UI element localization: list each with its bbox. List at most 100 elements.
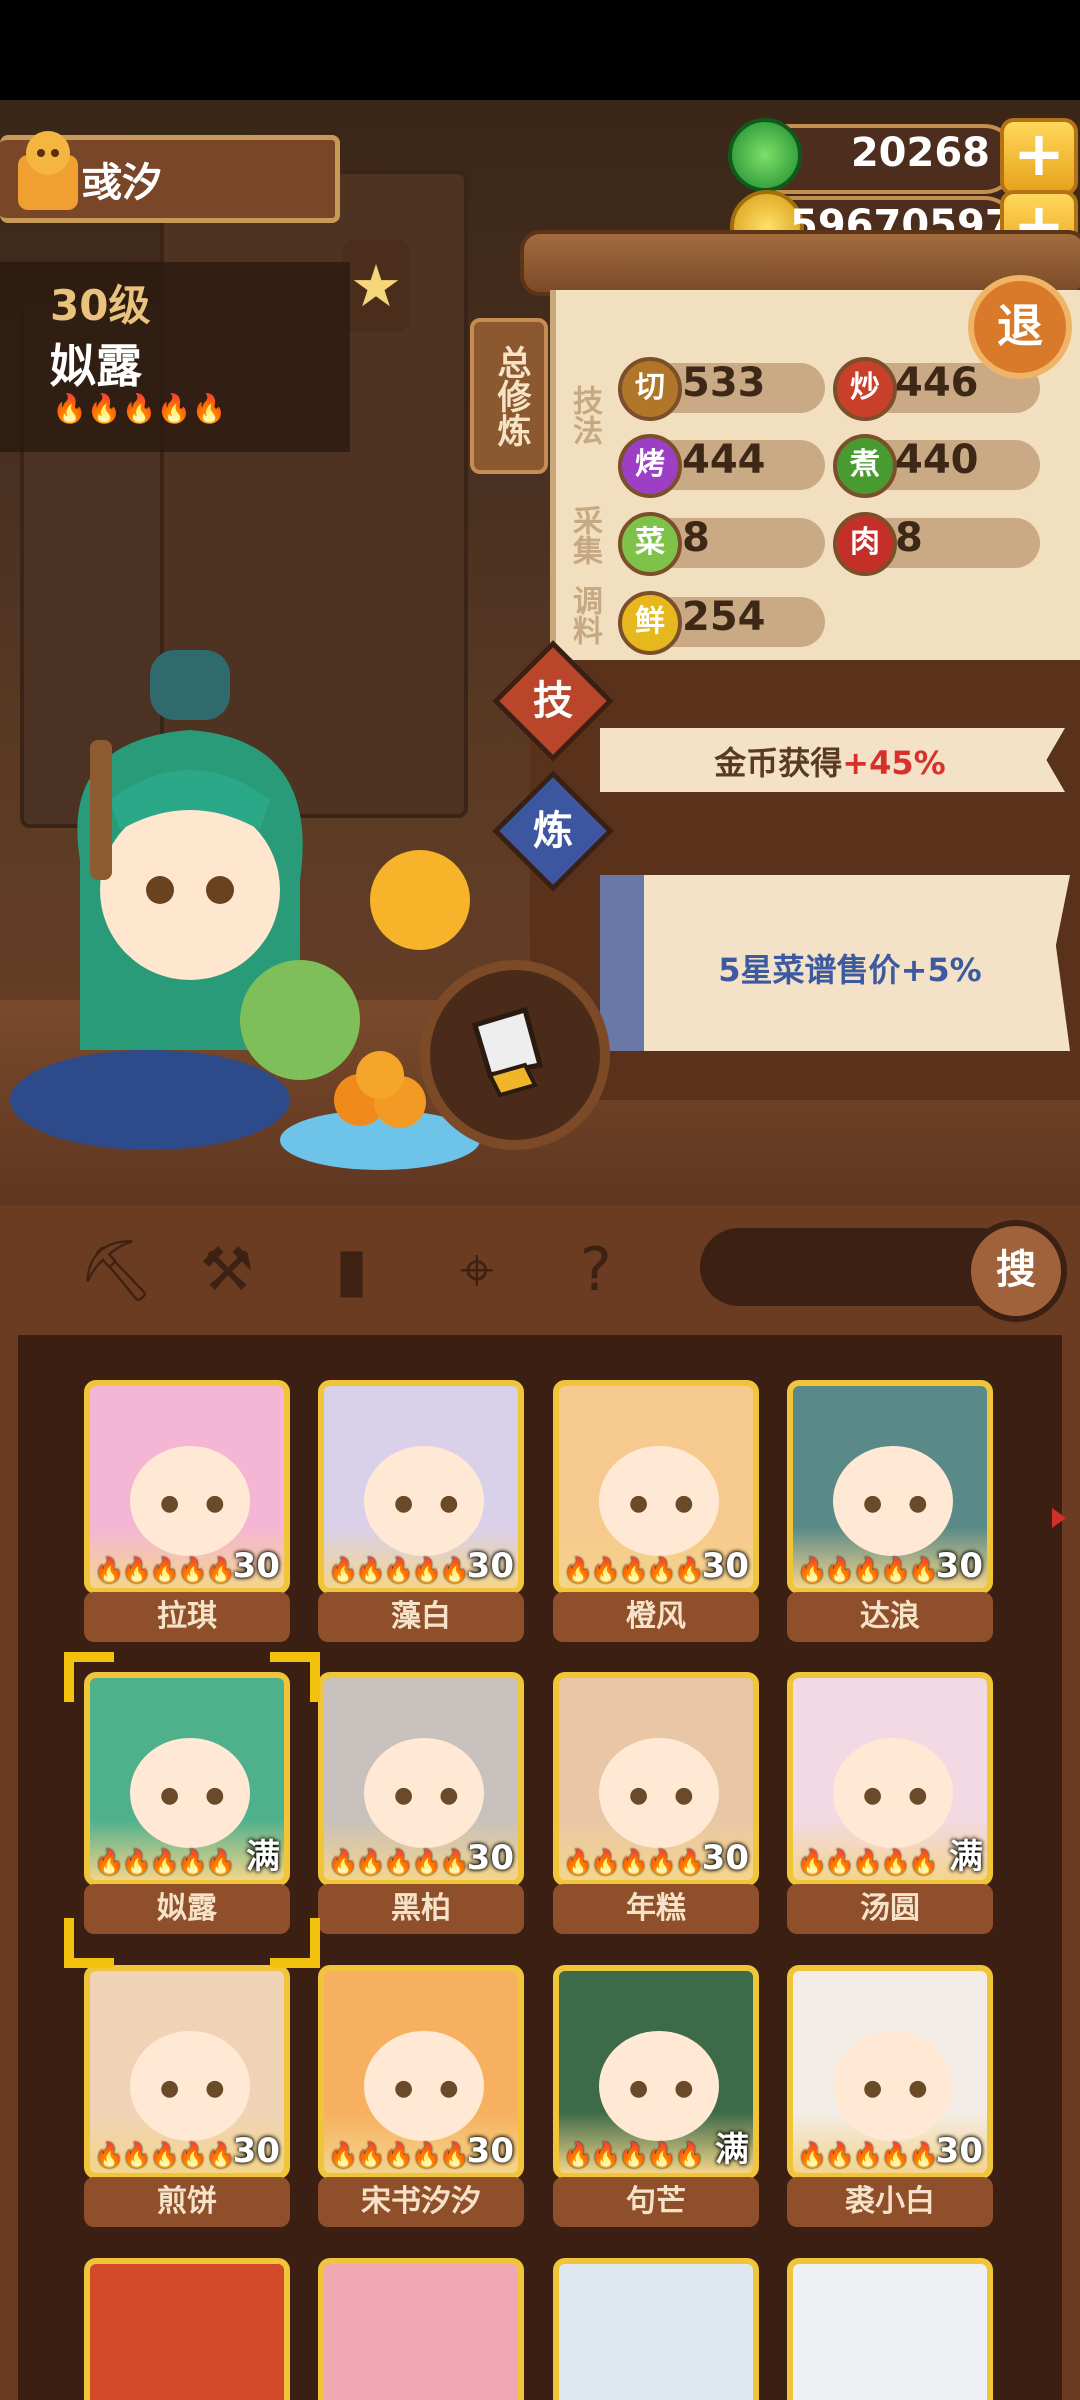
chef-flames: 🔥🔥🔥🔥🔥 xyxy=(797,1556,938,1584)
recipe-bonus-stripe xyxy=(600,875,644,1051)
chef-card-name: 藻白 xyxy=(318,1592,524,1642)
chef-card[interactable]: ●● 🔥🔥🔥🔥🔥 30 xyxy=(318,1672,524,1886)
scroll-indicator xyxy=(1052,1508,1066,1528)
chef-eyes: ●● xyxy=(394,1783,485,1808)
filter-hoe-icon[interactable]: ⚒ xyxy=(200,1235,254,1305)
chef-card-name: 句芒 xyxy=(553,2177,759,2227)
chef-card-level: 30 xyxy=(935,1546,983,1586)
chef-card-partial[interactable] xyxy=(318,2258,524,2400)
chef-card-level: 30 xyxy=(701,1546,749,1586)
chef-card[interactable]: ●● 🔥🔥🔥🔥🔥 满 xyxy=(553,1965,759,2179)
stat-vegetable-value: 8 xyxy=(682,515,710,561)
jade-amount: 20268 xyxy=(850,130,990,176)
chef-card-level: 满 xyxy=(949,1837,983,1877)
chef-card-partial[interactable] xyxy=(787,2258,993,2400)
technique-label: 技法 xyxy=(567,385,602,445)
chef-card[interactable]: ●● 🔥🔥🔥🔥🔥 30 xyxy=(553,1380,759,1594)
chef-card-level: 30 xyxy=(466,1838,514,1878)
seasoning-label: 调料 xyxy=(567,585,602,645)
chef-card-name: 年糕 xyxy=(553,1884,759,1934)
stat-stirfry-value: 446 xyxy=(895,360,979,406)
knife-upgrade-button[interactable] xyxy=(420,960,610,1150)
chef-card[interactable]: ●● 🔥🔥🔥🔥🔥 30 xyxy=(84,1965,290,2179)
chef-card[interactable]: ●● 🔥🔥🔥🔥🔥 30 xyxy=(553,1672,759,1886)
add-jade-button[interactable]: + xyxy=(1000,118,1078,196)
chef-flames: 🔥🔥🔥🔥🔥 xyxy=(94,1556,235,1584)
search-button[interactable]: 搜 xyxy=(965,1220,1067,1322)
chef-card-level: 30 xyxy=(466,1546,514,1586)
chef-card-level: 满 xyxy=(715,2130,749,2170)
chef-card-name: 煎饼 xyxy=(84,2177,290,2227)
stat-boil-value: 440 xyxy=(895,437,979,483)
vegetable-icon: 菜 xyxy=(618,512,682,576)
chef-card[interactable]: ●● 🔥🔥🔥🔥🔥 满 xyxy=(84,1672,290,1886)
chef-level: 30级 xyxy=(50,281,151,330)
selection-corner xyxy=(270,1652,320,1702)
filter-unknown-icon[interactable]: ? xyxy=(580,1235,612,1305)
cut-icon: 切 xyxy=(618,357,682,421)
chef-card-name: 裘小白 xyxy=(787,2177,993,2227)
chef-flames: 🔥🔥🔥🔥🔥 xyxy=(94,1848,235,1876)
stat-roast-value: 444 xyxy=(682,437,766,483)
filter-shovel-icon[interactable]: ⛏ xyxy=(78,1235,154,1306)
selection-corner xyxy=(64,1918,114,1968)
chef-card[interactable]: ●● 🔥🔥🔥🔥🔥 30 xyxy=(84,1380,290,1594)
chef-card-name: 拉琪 xyxy=(84,1592,290,1642)
filter-location-icon[interactable]: ⌖ xyxy=(460,1235,494,1305)
stat-meat-value: 8 xyxy=(895,515,923,561)
chef-eyes: ●● xyxy=(629,2076,720,2101)
selection-corner xyxy=(270,1918,320,1968)
player-avatar-icon[interactable] xyxy=(8,125,88,215)
chef-card[interactable]: ●● 🔥🔥🔥🔥🔥 30 xyxy=(787,1965,993,2179)
chef-card-name: 宋书汐汐 xyxy=(318,2177,524,2227)
player-name: 彧汐 xyxy=(82,160,162,206)
chef-card-level: 30 xyxy=(232,2131,280,2171)
chef-flames: 🔥🔥🔥🔥🔥 xyxy=(94,2141,235,2169)
exit-button[interactable]: 退 xyxy=(968,275,1072,379)
gather-label: 采集 xyxy=(567,505,602,565)
chef-card-level: 30 xyxy=(232,1546,280,1586)
chef-flames: 🔥🔥🔥🔥🔥 xyxy=(797,1848,938,1876)
meat-icon: 肉 xyxy=(833,512,897,576)
chef-eyes: ●● xyxy=(160,2076,251,2101)
chef-card[interactable]: ●● 🔥🔥🔥🔥🔥 30 xyxy=(318,1965,524,2179)
status-bar xyxy=(0,0,1080,100)
selection-corner xyxy=(64,1652,114,1702)
chef-flames: 🔥🔥🔥🔥🔥 xyxy=(328,1556,469,1584)
chef-eyes: ●● xyxy=(160,1491,251,1516)
chef-card-name: 橙风 xyxy=(553,1592,759,1642)
chef-eyes: ●● xyxy=(394,2076,485,2101)
boil-icon: 煮 xyxy=(833,434,897,498)
chef-card[interactable]: ●● 🔥🔥🔥🔥🔥 30 xyxy=(787,1380,993,1594)
chef-flames: 🔥🔥🔥🔥🔥 xyxy=(563,2141,704,2169)
chef-flames: 🔥🔥🔥🔥🔥 xyxy=(563,1848,704,1876)
chef-eyes: ●● xyxy=(863,1783,954,1808)
chef-card-level: 30 xyxy=(935,2131,983,2171)
chef-eyes: ●● xyxy=(629,1783,720,1808)
chef-eyes: ●● xyxy=(394,1491,485,1516)
chef-card-name: 达浪 xyxy=(787,1592,993,1642)
chef-eyes: ●● xyxy=(863,1491,954,1516)
favorite-star-button[interactable]: ★ xyxy=(342,240,410,332)
chef-card-partial[interactable] xyxy=(84,2258,290,2400)
chef-card-level: 满 xyxy=(246,1837,280,1877)
chef-card[interactable]: ●● 🔥🔥🔥🔥🔥 30 xyxy=(318,1380,524,1594)
cleaver-icon xyxy=(471,1006,544,1098)
chef-card-name: 姒露 xyxy=(84,1884,290,1934)
chef-card-partial[interactable] xyxy=(553,2258,759,2400)
total-cultivation-tag[interactable]: 总修炼 xyxy=(470,318,548,474)
chef-card-name: 汤圆 xyxy=(787,1884,993,1934)
roast-icon: 烤 xyxy=(618,434,682,498)
chef-flames: 🔥🔥🔥🔥🔥 xyxy=(797,2141,938,2169)
recipe-bonus-text: 5星菜谱售价+5% xyxy=(718,951,982,989)
stat-cut-value: 533 xyxy=(682,360,766,406)
chef-flames: 🔥🔥🔥🔥🔥 xyxy=(563,1556,704,1584)
chef-card-level: 30 xyxy=(466,2131,514,2171)
chef-card[interactable]: ●● 🔥🔥🔥🔥🔥 满 xyxy=(787,1672,993,1886)
chef-card-level: 30 xyxy=(701,1838,749,1878)
coin-bonus-text: 金币获得+45% xyxy=(714,744,946,782)
chef-eyes: ●● xyxy=(629,1491,720,1516)
flame-rating: 🔥🔥🔥🔥🔥 xyxy=(52,392,227,425)
chef-flames: 🔥🔥🔥🔥🔥 xyxy=(328,2141,469,2169)
filter-jar-icon[interactable]: ▮ xyxy=(335,1235,368,1305)
